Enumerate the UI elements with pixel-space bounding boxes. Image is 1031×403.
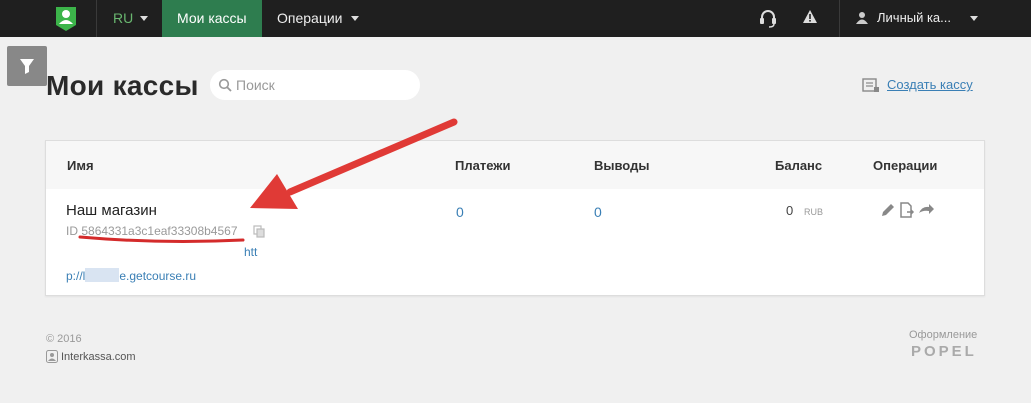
search-box[interactable] bbox=[210, 70, 420, 100]
copy-icon[interactable] bbox=[253, 225, 265, 238]
warning-icon bbox=[803, 10, 817, 23]
document-export-icon[interactable] bbox=[899, 202, 915, 218]
withdrawals-count[interactable]: 0 bbox=[594, 204, 602, 220]
company-label: Interkassa.com bbox=[61, 351, 136, 363]
top-navbar: RU Мои кассы Операции Личный ка... bbox=[0, 0, 1031, 37]
nav-my-registers[interactable]: Мои кассы bbox=[162, 0, 262, 37]
headset-icon bbox=[760, 10, 776, 28]
filter-icon bbox=[20, 59, 34, 74]
balance-currency: RUB bbox=[804, 207, 824, 217]
nav-operations[interactable]: Операции bbox=[262, 0, 372, 37]
account-label: Личный ка... bbox=[877, 10, 952, 25]
shop-url-prefix: p://l bbox=[66, 269, 86, 283]
register-icon bbox=[862, 78, 879, 92]
page-title: Мои кассы bbox=[46, 70, 199, 101]
chevron-down-icon bbox=[970, 16, 978, 21]
payments-count[interactable]: 0 bbox=[456, 204, 464, 220]
nav-operations-label: Операции bbox=[277, 10, 343, 26]
column-header-withdrawals: Выводы bbox=[594, 158, 650, 173]
column-header-name: Имя bbox=[67, 158, 94, 173]
chevron-down-icon bbox=[140, 16, 148, 21]
shop-url-suffix: e.getcourse.ru bbox=[119, 269, 197, 283]
shop-name[interactable]: Наш магазин bbox=[66, 202, 157, 219]
balance-value: 0 bbox=[786, 203, 794, 218]
search-icon bbox=[218, 78, 232, 92]
shop-id: ID 5864331a3c1eaf33308b4567 bbox=[66, 224, 238, 238]
pencil-icon[interactable] bbox=[880, 202, 896, 218]
column-header-balance: Баланс bbox=[775, 158, 823, 173]
shop-url-link[interactable]: htt bbox=[244, 245, 257, 259]
copyright-text: © 2016 bbox=[46, 333, 82, 345]
user-logo-icon bbox=[46, 350, 58, 363]
shop-id-value: 5864331a3c1eaf33308b4567 bbox=[81, 224, 238, 238]
filter-button[interactable] bbox=[7, 46, 47, 86]
transfer-arrow-icon[interactable] bbox=[918, 202, 934, 218]
language-label: RU bbox=[113, 10, 134, 26]
design-credit-label: Оформление bbox=[909, 329, 978, 341]
language-switcher[interactable]: RU bbox=[96, 0, 160, 37]
shop-id-label: ID bbox=[66, 224, 78, 238]
alerts-button[interactable] bbox=[790, 0, 830, 37]
support-button[interactable] bbox=[748, 0, 788, 37]
nav-my-registers-label: Мои кассы bbox=[177, 10, 247, 26]
create-register-label: Создать кассу bbox=[887, 77, 973, 92]
registers-table: Имя Платежи Выводы Баланс Операции Наш м… bbox=[45, 140, 985, 296]
chevron-down-icon bbox=[351, 16, 359, 21]
account-menu[interactable]: Личный ка... bbox=[840, 0, 1000, 37]
user-logo-icon[interactable] bbox=[54, 5, 78, 32]
shop-url-link-cont[interactable]: p://l e.getcourse.ru bbox=[66, 268, 196, 283]
user-icon bbox=[856, 12, 868, 24]
design-brand[interactable]: POPEL bbox=[911, 343, 977, 360]
column-header-operations: Операции bbox=[873, 158, 938, 173]
column-header-payments: Платежи bbox=[455, 158, 511, 173]
search-input[interactable] bbox=[236, 76, 406, 94]
table-header: Имя Платежи Выводы Баланс Операции bbox=[46, 141, 984, 189]
redacted-area bbox=[85, 268, 120, 282]
